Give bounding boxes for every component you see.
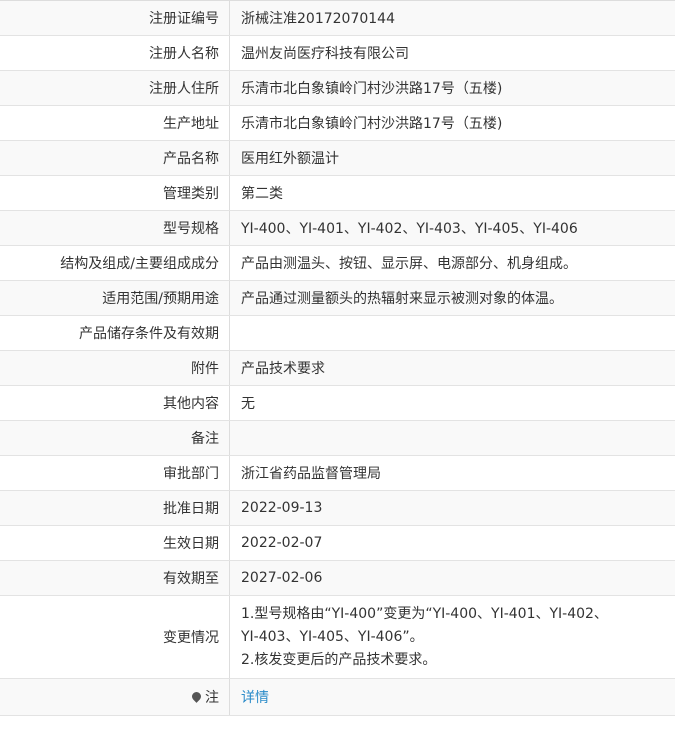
- row-management-category: 管理类别 第二类: [0, 176, 675, 211]
- row-label: 生产地址: [0, 106, 230, 140]
- row-label: 适用范围/预期用途: [0, 281, 230, 315]
- row-model-spec: 型号规格 YI-400、YI-401、YI-402、YI-403、YI-405、…: [0, 211, 675, 246]
- row-value: 浙江省药品监督管理局: [241, 466, 381, 482]
- bottom-spacer: [0, 716, 675, 730]
- row-value: 第二类: [241, 186, 283, 202]
- row-value: 2022-09-13: [241, 500, 323, 516]
- row-value: 2027-02-06: [241, 570, 323, 586]
- change-line: 2.核发变更后的产品技术要求。: [241, 651, 437, 668]
- note-value: 详情: [230, 679, 675, 715]
- row-value: 乐清市北白象镇岭门村沙洪路17号（五楼): [241, 116, 503, 132]
- row-label: 批准日期: [0, 491, 230, 525]
- row-other-content: 其他内容 无: [0, 386, 675, 421]
- row-registrant-address: 注册人住所 乐清市北白象镇岭门村沙洪路17号（五楼): [0, 71, 675, 106]
- change-line: YI-403、YI-405、YI-406”。: [241, 628, 424, 645]
- row-value: YI-400、YI-401、YI-402、YI-403、YI-405、YI-40…: [241, 221, 578, 237]
- row-note: 注 详情: [0, 679, 675, 716]
- row-change-info: 变更情况 1.型号规格由“YI-400”变更为“YI-400、YI-401、YI…: [0, 596, 675, 679]
- row-value: [230, 316, 675, 350]
- row-approval-department: 审批部门 浙江省药品监督管理局: [0, 456, 675, 491]
- row-label: 注册人住所: [0, 71, 230, 105]
- change-info-value: 1.型号规格由“YI-400”变更为“YI-400、YI-401、YI-402、…: [230, 596, 675, 678]
- row-label: 审批部门: [0, 456, 230, 490]
- details-link[interactable]: 详情: [241, 687, 269, 707]
- row-value: 产品通过测量额头的热辐射来显示被测对象的体温。: [241, 291, 563, 307]
- row-value: [230, 421, 675, 455]
- change-line: 1.型号规格由“YI-400”变更为“YI-400、YI-401、YI-402、: [241, 605, 608, 622]
- row-label: 注册证编号: [0, 1, 230, 35]
- note-label: 注: [205, 690, 219, 706]
- row-label: 其他内容: [0, 386, 230, 420]
- row-value: 乐清市北白象镇岭门村沙洪路17号（五楼): [241, 81, 503, 97]
- row-effective-date: 生效日期 2022-02-07: [0, 526, 675, 561]
- row-value: 温州友尚医疗科技有限公司: [241, 46, 409, 62]
- row-label: 型号规格: [0, 211, 230, 245]
- row-value: 无: [241, 396, 255, 412]
- row-value: 产品由测温头、按钮、显示屏、电源部分、机身组成。: [241, 256, 577, 272]
- row-registrant-name: 注册人名称 温州友尚医疗科技有限公司: [0, 36, 675, 71]
- row-label: 注册人名称: [0, 36, 230, 70]
- row-value: 产品技术要求: [241, 361, 325, 377]
- row-value: 医用红外额温计: [241, 151, 339, 167]
- row-valid-until: 有效期至 2027-02-06: [0, 561, 675, 596]
- row-value: 浙械注准20172070144: [241, 11, 395, 27]
- row-approval-date: 批准日期 2022-09-13: [0, 491, 675, 526]
- row-label: 结构及组成/主要组成成分: [0, 246, 230, 280]
- row-registration-number: 注册证编号 浙械注准20172070144: [0, 1, 675, 36]
- row-label: 管理类别: [0, 176, 230, 210]
- row-remarks: 备注: [0, 421, 675, 456]
- row-structure-composition: 结构及组成/主要组成成分 产品由测温头、按钮、显示屏、电源部分、机身组成。: [0, 246, 675, 281]
- row-value: 2022-02-07: [241, 535, 323, 551]
- row-attachment: 附件 产品技术要求: [0, 351, 675, 386]
- row-label: 生效日期: [0, 526, 230, 560]
- row-product-name: 产品名称 医用红外额温计: [0, 141, 675, 176]
- row-production-address: 生产地址 乐清市北白象镇岭门村沙洪路17号（五楼): [0, 106, 675, 141]
- row-label: 备注: [0, 421, 230, 455]
- row-label: 变更情况: [0, 596, 230, 678]
- row-storage-validity: 产品储存条件及有效期: [0, 316, 675, 351]
- row-intended-use: 适用范围/预期用途 产品通过测量额头的热辐射来显示被测对象的体温。: [0, 281, 675, 316]
- pin-icon: [190, 689, 203, 703]
- row-label: 有效期至: [0, 561, 230, 595]
- row-label: 产品储存条件及有效期: [0, 316, 230, 350]
- registration-table: 注册证编号 浙械注准20172070144 注册人名称 温州友尚医疗科技有限公司…: [0, 0, 675, 716]
- note-label-cell: 注: [0, 679, 230, 715]
- row-label: 附件: [0, 351, 230, 385]
- row-label: 产品名称: [0, 141, 230, 175]
